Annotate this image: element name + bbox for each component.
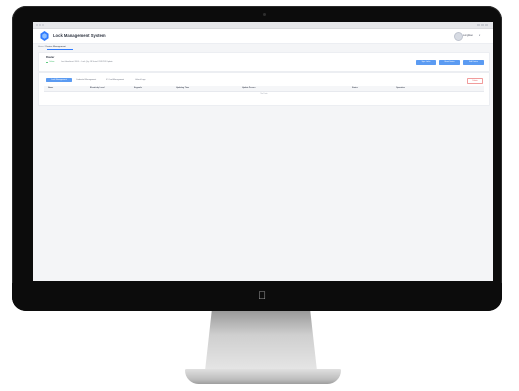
lock-table-card: Lock Management Credential Management IC… — [38, 72, 490, 106]
app-title: Lock Management System — [53, 33, 106, 38]
device-info-text: Last Heartbeat: 2024-... Lock Qty: 18 Se… — [61, 60, 113, 63]
tab-lock-management[interactable]: Lock Management — [46, 78, 72, 82]
user-avatar[interactable] — [454, 32, 463, 41]
column-header[interactable]: Status — [352, 86, 358, 91]
table-empty-state: No Data — [260, 93, 268, 95]
monitor-stand — [205, 311, 317, 371]
column-header[interactable]: Operation — [396, 86, 405, 91]
breadcrumb: Home / Device Management — [38, 46, 66, 48]
browser-top-bar — [33, 22, 493, 29]
device-name: Router — [46, 55, 55, 59]
table-header: Name Electricity Level Keypads Updating … — [44, 86, 484, 92]
monitor-stand-base — [185, 369, 341, 384]
app-logo-icon — [40, 31, 49, 41]
breadcrumb-home[interactable]: Home — [38, 46, 44, 48]
column-header[interactable]: Name — [48, 86, 53, 91]
tab-unlock-logs[interactable]: Unlock Logs — [135, 78, 145, 82]
status-dot-icon — [46, 61, 48, 64]
chevron-down-icon[interactable]: ▾ — [479, 34, 480, 37]
delete-button[interactable]: Delete — [467, 78, 483, 84]
window-controls[interactable] — [36, 23, 45, 27]
column-header[interactable]: Electricity Level — [90, 86, 104, 91]
webcam — [263, 13, 266, 16]
reset-device-button[interactable]: Reset Device — [439, 60, 460, 65]
tab-ic-card-management[interactable]: IC Card Management — [106, 78, 124, 82]
column-header[interactable]: Update Person — [242, 86, 255, 91]
sync-locks-button[interactable]: Sync Locks — [416, 60, 436, 65]
app-header: Lock Management System Longbiao ▾ — [33, 29, 493, 44]
browser-toolbar-icons — [476, 23, 488, 27]
screen: Lock Management System Longbiao ▾ Home /… — [33, 22, 493, 281]
user-name[interactable]: Longbiao — [463, 34, 473, 37]
column-header[interactable]: Updating Time — [176, 86, 189, 91]
edit-device-button[interactable]: Edit Device — [463, 60, 484, 65]
monitor-chin — [12, 283, 502, 311]
tab-credential-management[interactable]: Credential Management — [76, 78, 96, 82]
breadcrumb-current: Device Management — [45, 45, 66, 48]
status-badge: Online — [49, 60, 55, 63]
device-info-card: Router Online Last Heartbeat: 2024-... L… — [38, 52, 490, 72]
page-tab-indicator — [47, 49, 73, 50]
apple-logo-icon:  — [258, 291, 266, 302]
column-header[interactable]: Keypads — [134, 86, 142, 91]
